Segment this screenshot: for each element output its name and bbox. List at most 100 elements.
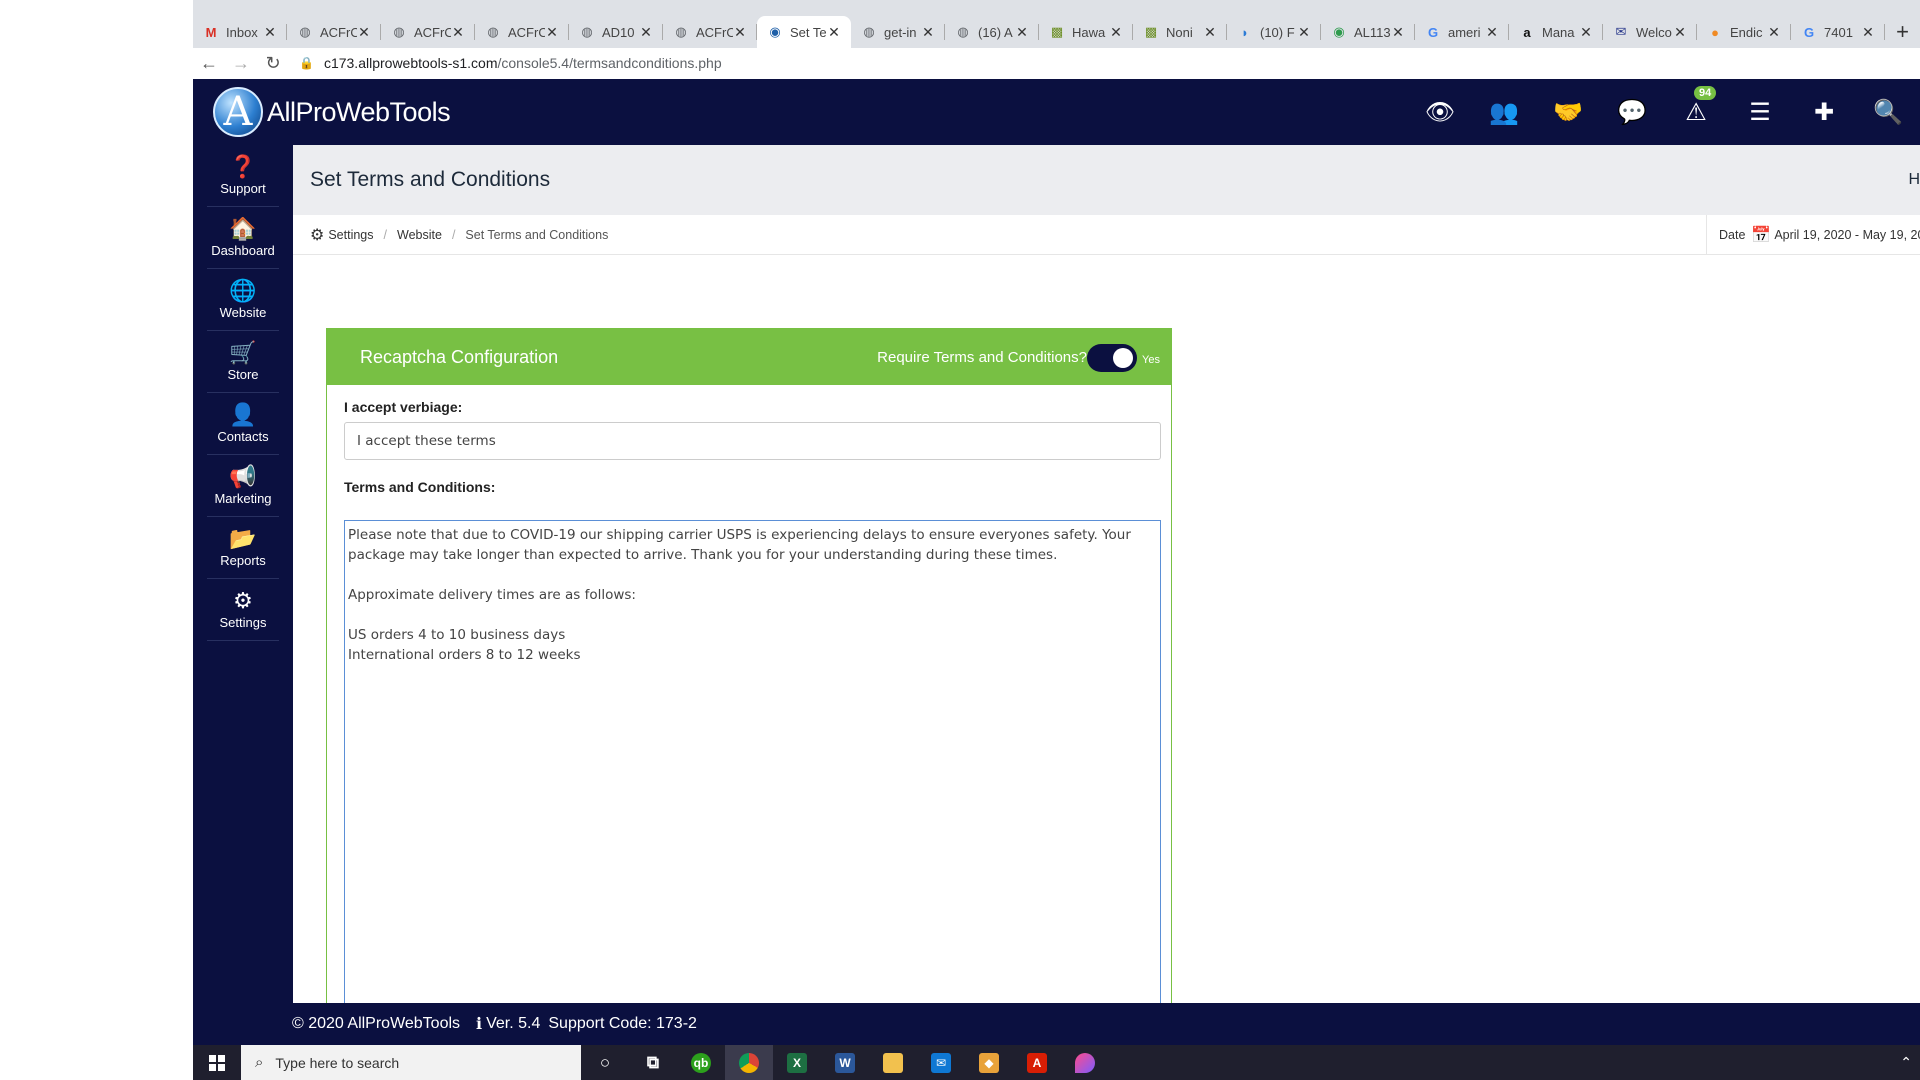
- forward-button[interactable]: →: [225, 53, 257, 74]
- browser-tab[interactable]: ◍ AD10 ✕: [569, 16, 663, 48]
- browser-tab[interactable]: ◍ ACFrO ✕: [663, 16, 757, 48]
- url-field[interactable]: 🔒 c173.allprowebtools-s1.com/console5.4/…: [299, 55, 722, 71]
- close-tab-icon[interactable]: ✕: [1485, 24, 1499, 41]
- plus-button[interactable]: ✚: [1792, 98, 1856, 127]
- browser-tab[interactable]: ◍ get-in ✕: [851, 16, 945, 48]
- close-tab-icon[interactable]: ✕: [733, 24, 747, 41]
- browser-tab[interactable]: ✉ Welco ✕: [1603, 16, 1697, 48]
- alert-button[interactable]: ⚠ 94: [1664, 85, 1728, 127]
- sidebar-item-store[interactable]: 🛒 Store: [207, 331, 279, 393]
- close-tab-icon[interactable]: ✕: [827, 24, 841, 41]
- date-range-picker[interactable]: Date 📅 April 19, 2020 - May 19, 202: [1706, 215, 1920, 255]
- browser-tab[interactable]: ▩ Hawa ✕: [1039, 16, 1133, 48]
- close-tab-icon[interactable]: ✕: [1767, 24, 1781, 41]
- close-tab-icon[interactable]: ✕: [1673, 24, 1687, 41]
- close-tab-icon[interactable]: ✕: [451, 24, 465, 41]
- browser-tab[interactable]: ● Endic ✕: [1697, 16, 1791, 48]
- sidebar-item-contacts[interactable]: 👤 Contacts: [207, 393, 279, 455]
- chat-button[interactable]: 💬: [1600, 98, 1664, 127]
- home-icon: 🏠: [229, 216, 257, 241]
- browser-tab[interactable]: a Mana ✕: [1509, 16, 1603, 48]
- tab-title: ACFrO: [320, 24, 357, 40]
- tray-chevron-icon[interactable]: ⌃: [1900, 1054, 1912, 1071]
- close-tab-icon[interactable]: ✕: [921, 24, 935, 41]
- sidebar-item-label: Contacts: [217, 429, 269, 444]
- close-tab-icon[interactable]: ✕: [1391, 24, 1405, 41]
- paint-button[interactable]: [1061, 1045, 1109, 1080]
- close-tab-icon[interactable]: ✕: [263, 24, 277, 41]
- close-tab-icon[interactable]: ✕: [1297, 24, 1311, 41]
- browser-tab[interactable]: ◉ AL113 ✕: [1321, 16, 1415, 48]
- search-icon: ⌕: [255, 1054, 264, 1071]
- recaptcha-config-card: Recaptcha Configuration Require Terms an…: [326, 328, 1172, 1019]
- close-tab-icon[interactable]: ✕: [1203, 24, 1217, 41]
- task-view-button[interactable]: ⧉: [629, 1045, 677, 1080]
- browser-tab[interactable]: ◍ ACFrO ✕: [475, 16, 569, 48]
- close-tab-icon[interactable]: ✕: [545, 24, 559, 41]
- new-tab-button[interactable]: +: [1885, 16, 1920, 48]
- breadcrumb-website[interactable]: Website: [397, 228, 442, 242]
- handshake-button[interactable]: 🤝: [1536, 98, 1600, 127]
- search-button[interactable]: 🔍: [1856, 98, 1920, 127]
- globe-icon: ◍: [957, 24, 969, 39]
- sidebar-item-reports[interactable]: 📂 Reports: [207, 517, 279, 579]
- verbiage-input[interactable]: [344, 422, 1161, 460]
- browser-tab[interactable]: Gameri ✕: [1415, 16, 1509, 48]
- acrobat-button[interactable]: A: [1013, 1045, 1061, 1080]
- sidebar-item-website[interactable]: 🌐 Website: [207, 269, 279, 331]
- word-button[interactable]: W: [821, 1045, 869, 1080]
- acrobat-icon: A: [1027, 1052, 1047, 1073]
- close-tab-icon[interactable]: ✕: [1109, 24, 1123, 41]
- reload-button[interactable]: ↻: [257, 53, 289, 74]
- sidebar-item-dashboard[interactable]: 🏠 Dashboard: [207, 207, 279, 269]
- close-tab-icon[interactable]: ✕: [357, 24, 371, 41]
- store-app-button[interactable]: ◆: [965, 1045, 1013, 1080]
- browser-tab[interactable]: ◉ Set Te ✕: [757, 16, 851, 48]
- browser-tab[interactable]: M Inbox ✕: [193, 16, 287, 48]
- file-explorer-button[interactable]: [869, 1045, 917, 1080]
- browser-tab[interactable]: ◍ ACFrO ✕: [381, 16, 475, 48]
- version-text: Ver. 5.4: [486, 1015, 541, 1032]
- tab-title: ACFrO: [414, 24, 451, 40]
- browser-tab[interactable]: ◍ (16) A ✕: [945, 16, 1039, 48]
- browser-tab[interactable]: G 7401 ✕: [1791, 16, 1885, 48]
- users-button[interactable]: 👥: [1472, 98, 1536, 127]
- close-tab-icon[interactable]: ✕: [1579, 24, 1593, 41]
- browser-tab[interactable]: ▩ Noni ✕: [1133, 16, 1227, 48]
- cortana-button[interactable]: ○: [581, 1045, 629, 1080]
- page-header: Set Terms and Conditions H: [293, 145, 1920, 215]
- user-icon: 👤: [229, 402, 257, 427]
- mail-button[interactable]: ✉: [917, 1045, 965, 1080]
- require-terms-toggle[interactable]: [1087, 344, 1137, 372]
- browser-tab[interactable]: ◍ ACFrO ✕: [287, 16, 381, 48]
- tab-title: AD10: [602, 24, 635, 40]
- back-button[interactable]: ←: [193, 53, 225, 74]
- tab-title: AL113: [1354, 24, 1391, 40]
- tasks-button[interactable]: ☰: [1728, 98, 1792, 127]
- close-tab-icon[interactable]: ✕: [639, 24, 653, 41]
- taskbar-search[interactable]: ⌕ Type here to search: [241, 1045, 581, 1080]
- excel-button[interactable]: X: [773, 1045, 821, 1080]
- question-icon: ❓: [229, 154, 257, 179]
- package-icon: ◆: [979, 1052, 999, 1073]
- close-tab-icon[interactable]: ✕: [1861, 24, 1875, 41]
- app-logo[interactable]: A AllProWebTools: [213, 87, 451, 137]
- sidebar-item-marketing[interactable]: 📢 Marketing: [207, 455, 279, 517]
- chrome-button[interactable]: [725, 1045, 773, 1080]
- quickbooks-button[interactable]: qb: [677, 1045, 725, 1080]
- browser-tab[interactable]: ◗ (10) F ✕: [1227, 16, 1321, 48]
- header-cut-text[interactable]: H: [1908, 171, 1920, 189]
- sidebar-item-settings[interactable]: ⚙ Settings: [207, 579, 279, 641]
- cortana-icon: ○: [599, 1052, 611, 1072]
- tab-title: Noni: [1166, 24, 1193, 40]
- globe-icon: ◍: [393, 24, 405, 39]
- start-button[interactable]: [193, 1045, 241, 1080]
- breadcrumb-settings[interactable]: Settings: [328, 228, 373, 242]
- tab-title: Set Te: [790, 24, 827, 40]
- tab-title: get-in: [884, 24, 917, 40]
- eye-button[interactable]: 👁: [1408, 98, 1472, 127]
- sidebar-item-support[interactable]: ❓ Support: [207, 145, 279, 207]
- close-tab-icon[interactable]: ✕: [1015, 24, 1029, 41]
- terms-textarea[interactable]: Please note that due to COVID-19 our shi…: [344, 520, 1161, 1019]
- app-footer: © 2020 AllProWebTools ℹ Ver. 5.4 Support…: [193, 1003, 1920, 1045]
